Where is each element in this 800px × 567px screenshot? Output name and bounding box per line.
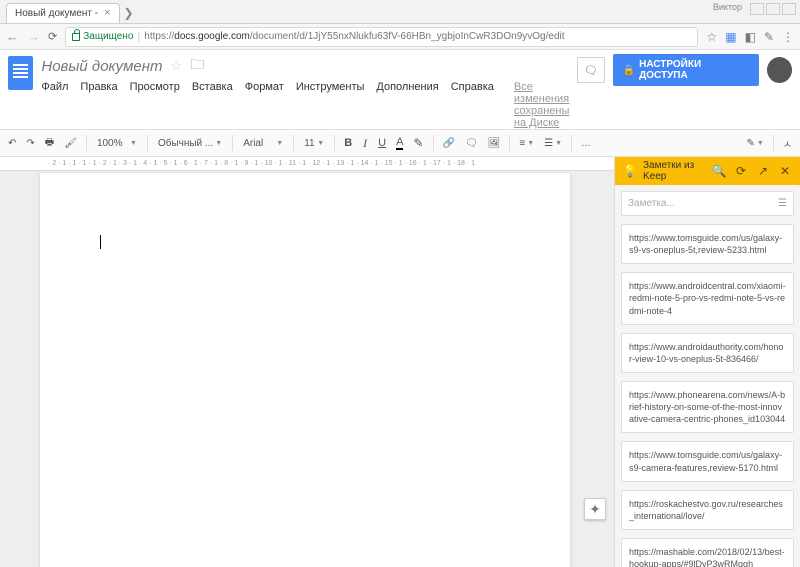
font-select[interactable]: Arial▼ <box>238 136 288 151</box>
editing-mode-button[interactable]: ✎ ▼ <box>742 136 767 151</box>
menu-icon[interactable]: ⋮ <box>782 30 794 44</box>
document-canvas[interactable]: · 2 · 1 · 1 · 1 · 1 · 2 · 1 · 3 · 1 · 4 … <box>0 157 614 567</box>
refresh-icon[interactable]: ⟳ <box>732 164 750 178</box>
save-status[interactable]: Все изменения сохранены на Диске <box>514 81 570 129</box>
redo-button[interactable]: ↷ <box>22 136 38 151</box>
minimize-button[interactable] <box>750 3 764 15</box>
close-icon[interactable]: × <box>104 8 110 19</box>
menu-bar: Файл Правка Просмотр Вставка Формат Инст… <box>41 81 569 129</box>
keep-new-note-input[interactable]: Заметка... ☰ <box>621 191 794 216</box>
zoom-select[interactable]: 100%▼ <box>92 136 142 151</box>
extension-icon[interactable]: ▦ <box>725 30 736 44</box>
keep-note[interactable]: https://www.tomsguide.com/us/galaxy-s9-v… <box>621 224 794 264</box>
maximize-button[interactable] <box>766 3 780 15</box>
keep-note[interactable]: https://mashable.com/2018/02/13/best-hoo… <box>621 538 794 567</box>
text-cursor <box>100 235 101 249</box>
menu-help[interactable]: Справка <box>451 81 494 129</box>
profile-name[interactable]: Виктор <box>713 2 742 12</box>
underline-button[interactable]: U <box>374 135 390 151</box>
forward-button[interactable]: → <box>27 29 40 44</box>
align-button[interactable]: ≡▼ <box>515 136 538 151</box>
share-button[interactable]: 🔒 НАСТРОЙКИ ДОСТУПА <box>613 54 759 86</box>
secure-label: Защищено <box>83 31 133 42</box>
open-external-icon[interactable]: ↗ <box>754 164 772 178</box>
star-icon[interactable]: ☆ <box>171 58 183 74</box>
window-controls <box>750 3 796 15</box>
text-color-button[interactable]: A <box>392 135 407 152</box>
menu-tools[interactable]: Инструменты <box>296 81 365 129</box>
browser-tab[interactable]: Новый документ - × <box>6 3 120 23</box>
document-title[interactable]: Новый документ <box>41 58 162 75</box>
paint-format-button[interactable]: 🖌 <box>60 136 81 151</box>
close-window-button[interactable] <box>782 3 796 15</box>
reload-button[interactable]: ⟳ <box>48 30 57 43</box>
font-size-select[interactable]: 11▼ <box>299 136 329 151</box>
keep-bulb-icon: 💡 <box>621 164 639 178</box>
ruler[interactable]: · 2 · 1 · 1 · 1 · 1 · 2 · 1 · 3 · 1 · 4 … <box>0 157 614 171</box>
keep-note[interactable]: https://www.androidcentral.com/xiaomi-re… <box>621 272 794 324</box>
toolbar: ↶ ↷ 🖶 🖌 100%▼ Обычный ...▼ Arial▼ 11▼ B … <box>0 129 800 157</box>
menu-format[interactable]: Формат <box>245 81 284 129</box>
folder-icon[interactable]: 🗀 <box>190 54 204 78</box>
star-icon[interactable]: ☆ <box>706 30 717 44</box>
list-icon[interactable]: ☰ <box>778 198 787 209</box>
keep-placeholder: Заметка... <box>628 198 675 209</box>
menu-view[interactable]: Просмотр <box>130 81 180 129</box>
explore-button[interactable]: ✦ <box>584 498 606 520</box>
menu-addons[interactable]: Дополнения <box>376 81 438 129</box>
search-icon[interactable]: 🔍 <box>710 164 728 178</box>
browser-tabstrip: Новый документ - × ❯ Виктор <box>0 0 800 24</box>
tab-title: Новый документ - <box>15 8 98 19</box>
keep-note[interactable]: https://www.phonearena.com/news/A-brief-… <box>621 381 794 433</box>
italic-button[interactable]: I <box>358 134 372 153</box>
back-button[interactable]: ← <box>6 29 19 44</box>
style-select[interactable]: Обычный ...▼ <box>153 136 227 151</box>
url-field[interactable]: Защищено | https://docs.google.com/docum… <box>65 27 698 47</box>
avatar[interactable] <box>767 57 792 83</box>
close-icon[interactable]: ✕ <box>776 164 794 178</box>
share-label: НАСТРОЙКИ ДОСТУПА <box>639 59 749 81</box>
insert-comment-button[interactable]: 🗨 <box>461 136 482 151</box>
more-button[interactable]: … <box>577 136 595 151</box>
secure-badge: Защищено <box>72 31 133 42</box>
keep-header: 💡 Заметки из Keep 🔍 ⟳ ↗ ✕ <box>615 157 800 185</box>
url-text: https://docs.google.com/document/d/1JjY5… <box>144 31 564 42</box>
undo-button[interactable]: ↶ <box>4 136 20 151</box>
menu-insert[interactable]: Вставка <box>192 81 233 129</box>
new-tab-button[interactable]: ❯ <box>124 6 134 20</box>
hide-menus-button[interactable]: ㅅ <box>779 134 796 153</box>
line-spacing-button[interactable]: ☰▼ <box>540 136 566 151</box>
keep-note[interactable]: https://www.tomsguide.com/us/galaxy-s9-c… <box>621 441 794 481</box>
lock-icon <box>72 33 80 41</box>
extension-icons: ☆ ▦ ◧ ✎ ⋮ <box>706 30 794 44</box>
keep-body[interactable]: Заметка... ☰ https://www.tomsguide.com/u… <box>615 185 800 567</box>
lock-icon: 🔒 <box>623 65 635 76</box>
docs-header: Новый документ ☆ 🗀 Файл Правка Просмотр … <box>0 50 800 129</box>
menu-file[interactable]: Файл <box>41 81 68 129</box>
address-bar: ← → ⟳ Защищено | https://docs.google.com… <box>0 24 800 50</box>
keep-title: Заметки из Keep <box>643 160 706 182</box>
insert-link-button[interactable]: 🔗 <box>439 136 459 151</box>
extension-icon[interactable]: ✎ <box>764 30 774 44</box>
comments-button[interactable]: 🗨 <box>577 57 604 83</box>
docs-logo-icon[interactable] <box>8 56 33 90</box>
menu-edit[interactable]: Правка <box>80 81 117 129</box>
print-button[interactable]: 🖶 <box>41 133 58 154</box>
keep-note[interactable]: https://roskachestvo.gov.ru/researches_i… <box>621 490 794 530</box>
keep-note[interactable]: https://www.androidauthority.com/honor-v… <box>621 333 794 373</box>
bold-button[interactable]: B <box>340 135 356 151</box>
highlight-button[interactable]: ✎ <box>409 134 427 152</box>
insert-image-button[interactable]: 🖼 <box>484 136 505 151</box>
keep-sidebar: 💡 Заметки из Keep 🔍 ⟳ ↗ ✕ Заметка... ☰ h… <box>614 157 800 567</box>
page[interactable] <box>40 173 570 567</box>
extension-icon[interactable]: ◧ <box>745 30 756 44</box>
